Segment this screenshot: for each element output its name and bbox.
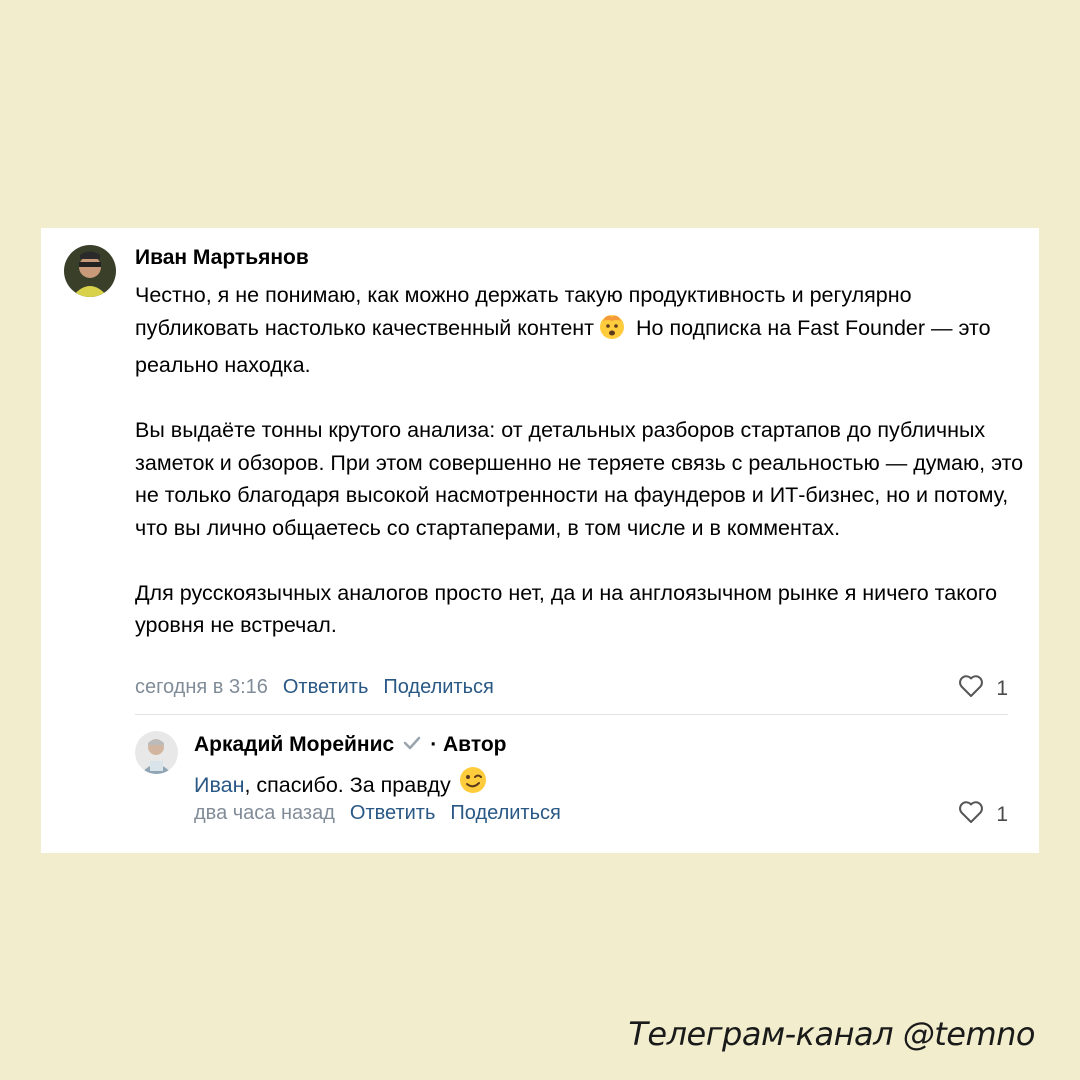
reply-button[interactable]: Ответить [283, 676, 369, 699]
heart-icon [958, 800, 984, 830]
divider [135, 714, 1008, 715]
comment-author[interactable]: Иван Мартьянов [135, 246, 309, 270]
reply-author[interactable]: Аркадий Морейнис [194, 733, 394, 757]
comment-time: сегодня в 3:16 [135, 676, 268, 698]
reply-time: два часа назад [194, 802, 335, 824]
like-count: 1 [996, 677, 1008, 700]
reply-meta: два часа назад Ответить Поделиться [194, 802, 561, 825]
comment-text: Честно, я не понимаю, как можно держать … [135, 279, 1025, 642]
comment-paragraph: Вы выдаёте тонны крутого анализа: от дет… [135, 418, 1024, 540]
author-badge: · Автор [430, 733, 507, 756]
reply-like-button[interactable]: 1 [958, 800, 1008, 830]
comment-paragraph: Честно, я не понимаю, как можно держать … [135, 283, 991, 377]
reply-reply-button[interactable]: Ответить [350, 802, 436, 825]
winking-face-icon [458, 765, 488, 804]
share-button[interactable]: Поделиться [383, 676, 493, 699]
comment-card: Иван Мартьянов Честно, я не понимаю, как… [41, 228, 1039, 853]
reply-author-line: Аркадий Морейнис · Автор [194, 733, 506, 757]
reply-like-count: 1 [996, 803, 1008, 826]
like-button[interactable]: 1 [958, 674, 1008, 704]
watermark: Телеграм-канал @temno [628, 1015, 1035, 1053]
reply-avatar[interactable] [135, 731, 178, 774]
reply-text: Иван, спасибо. За правду [194, 765, 492, 804]
mention-link[interactable]: Иван [194, 769, 244, 801]
avatar[interactable] [64, 245, 116, 297]
reply-share-button[interactable]: Поделиться [450, 802, 560, 825]
heart-icon [958, 674, 984, 704]
comment-meta: сегодня в 3:16 Ответить Поделиться [135, 676, 494, 699]
comment-paragraph: Для русскоязычных аналогов просто нет, д… [135, 580, 998, 638]
verified-check-icon [402, 733, 422, 757]
exploding-head-icon [598, 312, 626, 350]
